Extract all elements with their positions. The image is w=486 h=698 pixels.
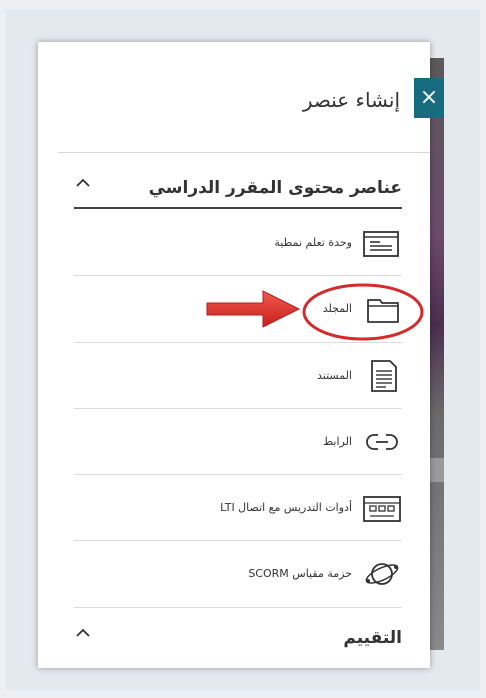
item-learning-module-label: وحدة تعلم نمطية <box>274 236 352 249</box>
section-underline <box>74 207 402 209</box>
chevron-up-icon[interactable] <box>74 174 92 192</box>
item-lti-tool[interactable]: أدوات التدريس مع اتصال LTI <box>74 475 402 541</box>
item-link[interactable]: الرابط <box>74 409 402 475</box>
background-course-content <box>430 58 444 650</box>
link-icon <box>362 425 402 459</box>
highlight-circle-icon <box>300 281 426 343</box>
create-item-panel: إنشاء عنصر عناصر محتوى المقرر الدراسي وح… <box>38 42 430 668</box>
item-document[interactable]: المستند <box>74 343 402 409</box>
background-streak <box>430 458 444 482</box>
item-scorm-package[interactable]: حزمة مقياس SCORM <box>74 541 402 607</box>
module-icon <box>362 226 402 260</box>
section-assessment-label: التقييم <box>343 628 402 648</box>
item-learning-module[interactable]: وحدة تعلم نمطية <box>74 210 402 276</box>
item-lti-tool-label: أدوات التدريس مع اتصال LTI <box>220 501 352 514</box>
annotation-arrow-icon <box>203 286 303 332</box>
item-separator <box>74 607 402 608</box>
panel-title: إنشاء عنصر <box>302 88 400 112</box>
lti-tool-icon <box>362 491 402 525</box>
item-scorm-package-label: حزمة مقياس SCORM <box>248 567 352 580</box>
section-course-content-label: عناصر محتوى المقرر الدراسي <box>148 178 402 198</box>
document-icon <box>362 359 402 393</box>
section-assessment[interactable]: التقييم <box>74 612 402 664</box>
item-link-label: الرابط <box>322 435 352 448</box>
item-document-label: المستند <box>317 369 352 382</box>
title-divider <box>58 152 430 153</box>
close-button[interactable]: × <box>414 78 444 118</box>
scorm-package-icon <box>362 557 402 591</box>
chevron-up-icon[interactable] <box>74 624 92 642</box>
